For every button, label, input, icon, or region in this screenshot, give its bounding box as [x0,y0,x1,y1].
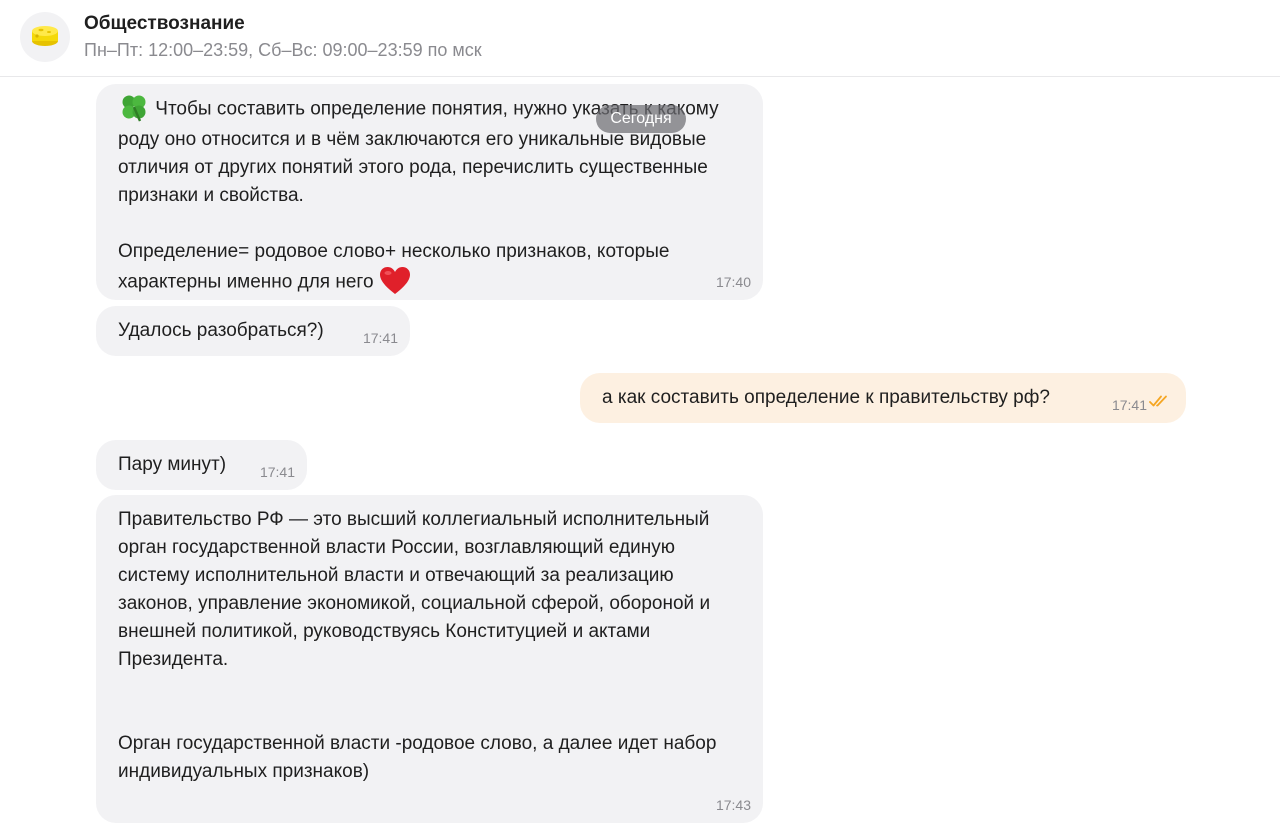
message-text: Удалось разобраться?) [118,320,324,341]
message-text: Правительство РФ — это высший коллегиаль… [118,509,711,670]
message-text: Орган государственной власти -родовое сл… [118,733,717,782]
chat-header: Обществознание Пн–Пт: 12:00–23:59, Сб–Вс… [0,0,1280,77]
message-time: 17:40 [715,274,751,290]
chat-schedule: Пн–Пт: 12:00–23:59, Сб–Вс: 09:00–23:59 п… [84,40,482,60]
avatar[interactable] [20,12,70,62]
message-time: 17:41 [259,464,295,480]
message-text: Определение= родовое слово+ несколько пр… [118,238,741,299]
message-text: а как составить определение к правительс… [602,387,1050,408]
message-time: 17:41 [1111,397,1147,413]
message-time: 17:43 [715,797,751,813]
message-incoming: Пару минут) 17:41 [96,440,307,490]
chat-title: Обществознание [84,13,245,34]
double-check-icon [1149,388,1171,416]
message-incoming: Удалось разобраться?) 17:41 [96,306,410,356]
message-outgoing: а как составить определение к правительс… [580,373,1186,423]
red-heart-icon [379,266,411,299]
four-leaf-clover-icon [118,93,150,126]
message-incoming: Правительство РФ — это высший коллегиаль… [96,495,763,823]
date-divider: Сегодня [596,105,686,133]
message-time: 17:41 [362,330,398,346]
cheese-icon [30,22,60,53]
